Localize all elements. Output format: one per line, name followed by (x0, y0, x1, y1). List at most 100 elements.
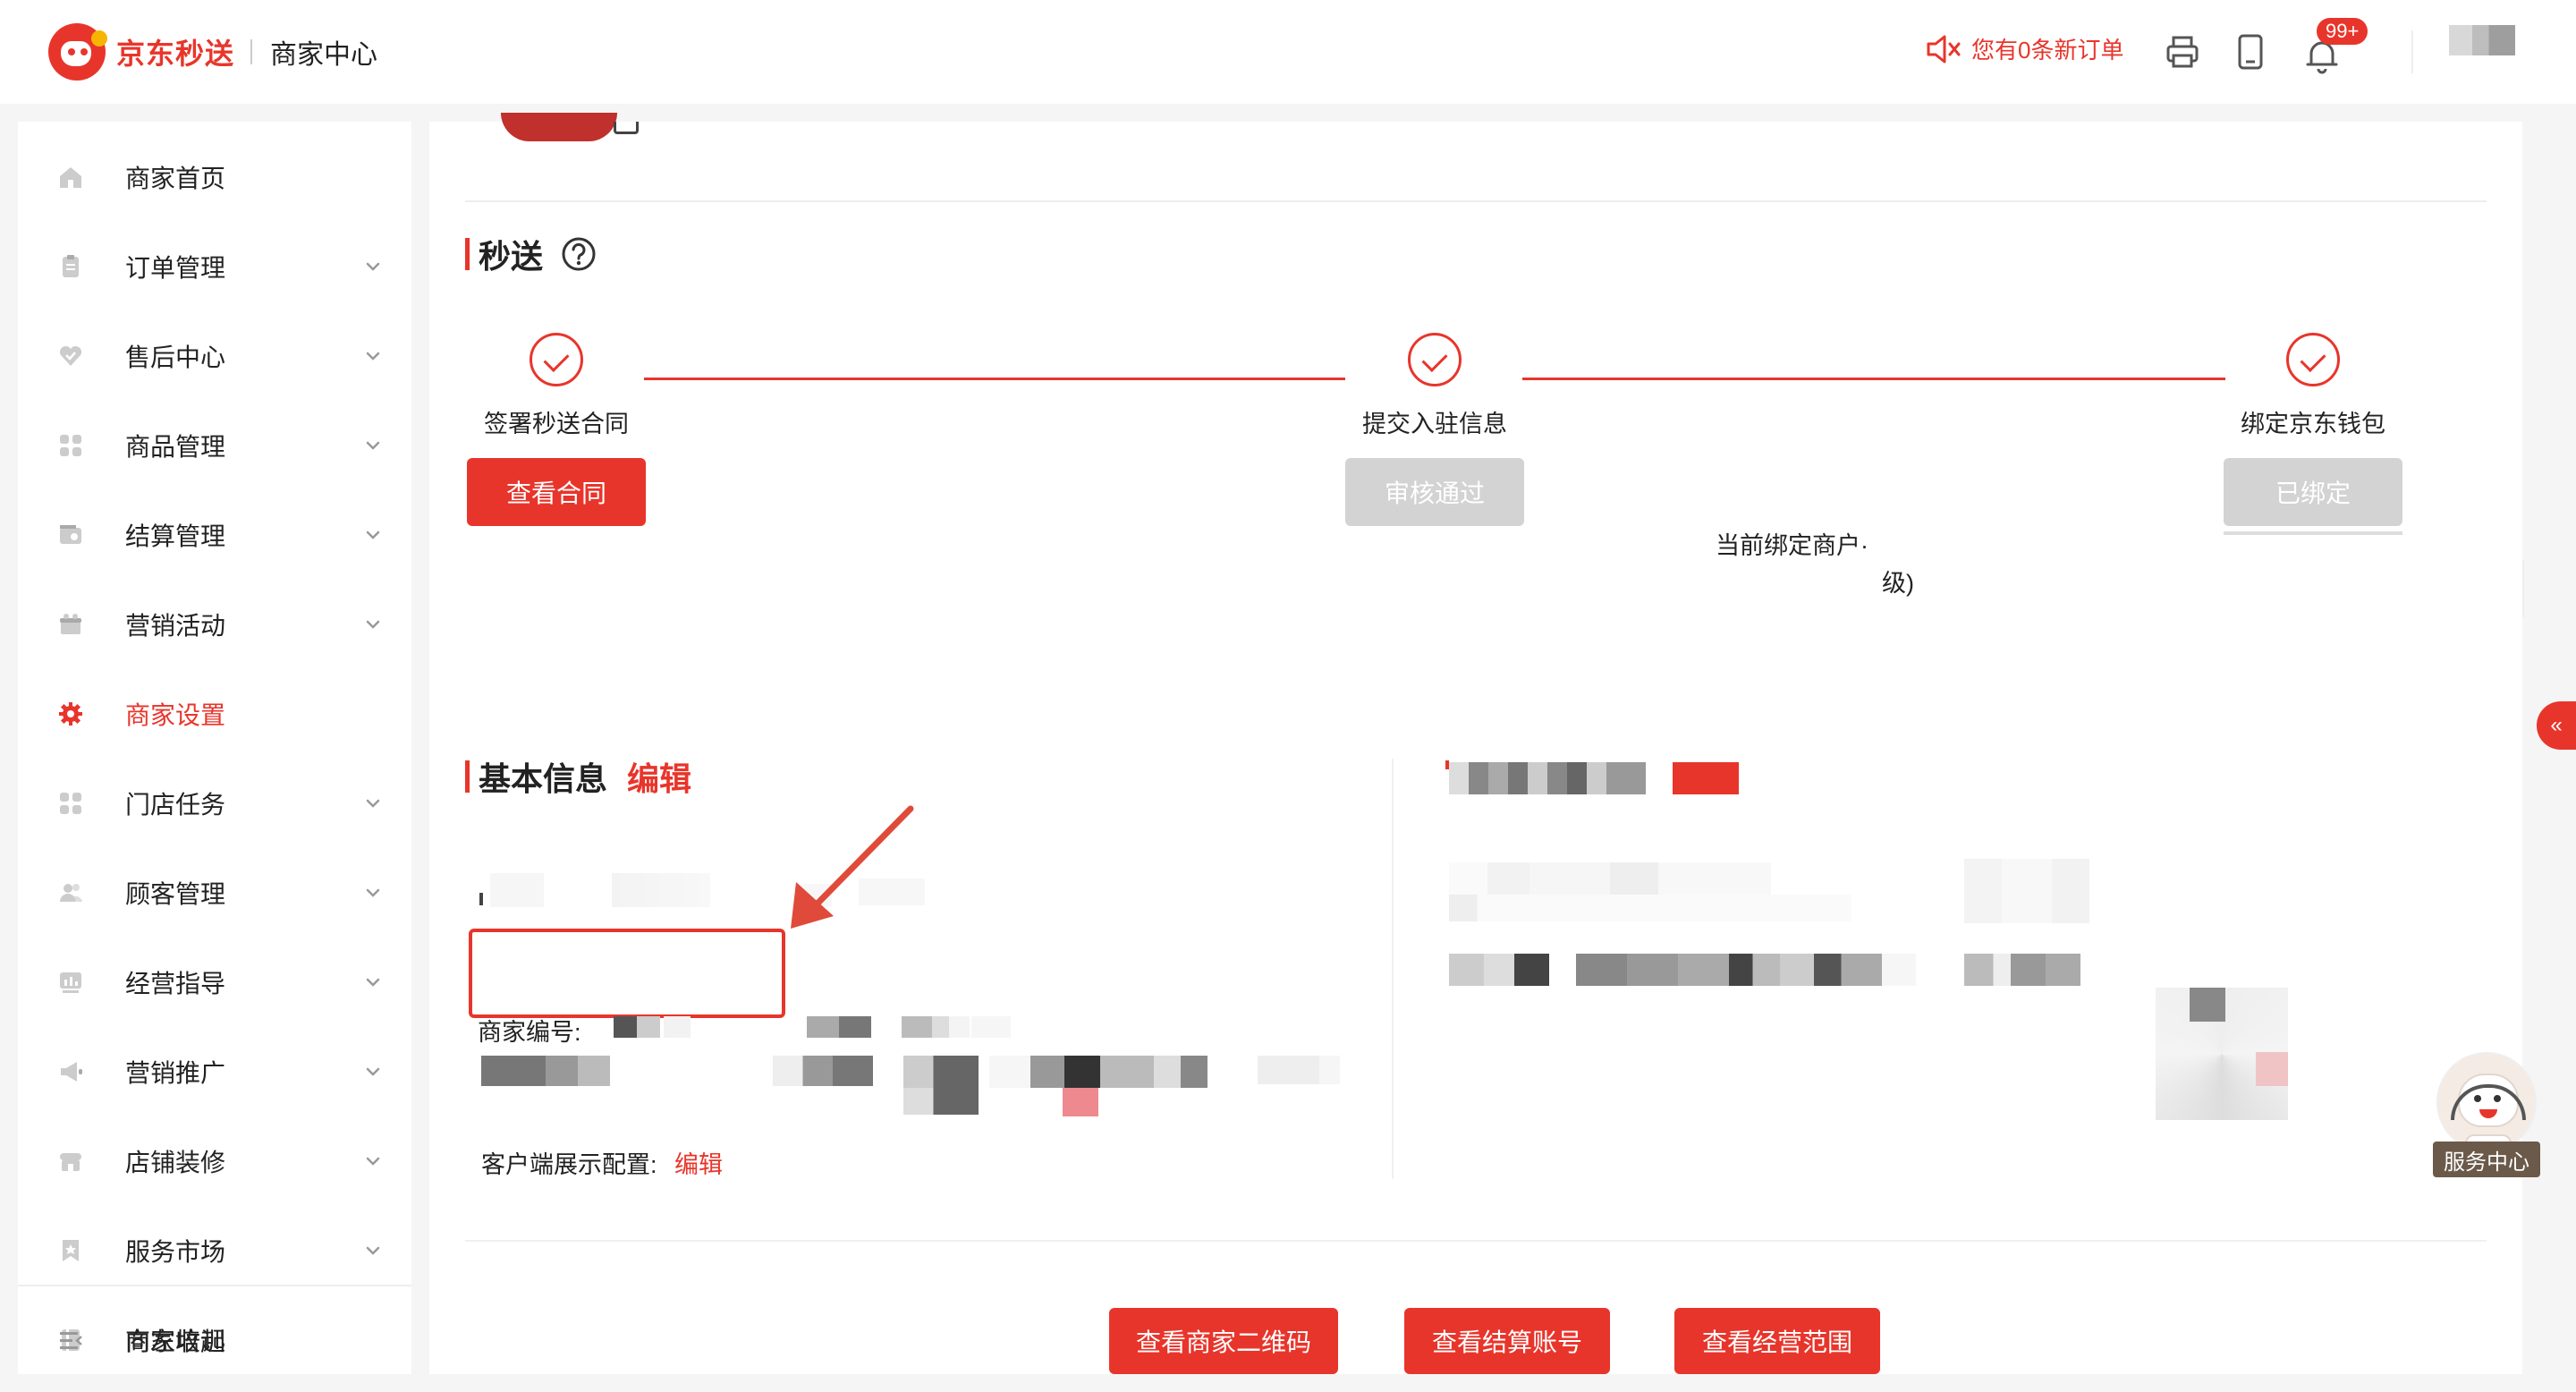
check-circle-icon (1408, 333, 1462, 386)
collapse-menu-icon (60, 1332, 82, 1349)
user-avatar[interactable] (2449, 25, 2515, 55)
sidebar-item-label: 商品管理 (125, 433, 226, 461)
brand-name: 京东秒送 (116, 38, 235, 70)
merchant-id-field: 商家编号: (478, 1013, 581, 1048)
collapse-label: 向左收起 (125, 1328, 226, 1355)
chevron-down-icon (366, 1157, 380, 1166)
annotation-arrow (791, 805, 914, 929)
sidebar-item[interactable]: 结算管理 (18, 494, 411, 576)
check-circle-icon (530, 333, 583, 386)
sidebar-nav: 商家首页订单管理售后中心商品管理结算管理营销活动商家设置门店任务顾客管理经营指导… (18, 122, 411, 1374)
sidebar-item-label: 结算管理 (125, 522, 226, 550)
redacted-text (1063, 1088, 1098, 1116)
wallet-level-note: 级) (1882, 570, 1914, 597)
sidebar-item[interactable]: 营销推广 (18, 1031, 411, 1113)
sidebar-item[interactable]: 营销活动 (18, 583, 411, 666)
client-display-label: 客户端展示配置: (481, 1151, 657, 1178)
edit-client-display-link[interactable]: 编辑 (674, 1151, 723, 1178)
service-center-widget[interactable]: 服务中心 (2433, 1052, 2540, 1177)
logo-mascot-icon (48, 23, 107, 81)
miaosong-section-title: 秒送 (465, 231, 597, 277)
edit-basic-info-link[interactable]: 编辑 (627, 753, 691, 800)
printer-icon[interactable] (2163, 32, 2202, 72)
progress-line-2 (1522, 378, 2225, 380)
chevron-down-icon (366, 441, 380, 450)
sidebar-item[interactable]: 商家设置 (18, 673, 411, 755)
gear-icon (59, 702, 82, 726)
redacted-text (989, 1056, 1030, 1088)
megaphone-icon (61, 1062, 82, 1082)
miaosong-title-text: 秒送 (479, 238, 544, 275)
column-divider (1392, 759, 1394, 1179)
sidebar-item[interactable]: 订单管理 (18, 225, 411, 308)
chevron-down-icon (366, 352, 380, 361)
sidebar-item[interactable]: 商家首页 (18, 136, 411, 218)
merchant-id-highlight (469, 929, 785, 1018)
redacted-text (971, 1016, 1011, 1038)
section-divider (465, 200, 2487, 202)
sidebar-item-label: 营销活动 (125, 612, 226, 640)
redacted-text (1449, 895, 1852, 921)
redacted-title (1449, 762, 1646, 794)
store-avatar (501, 113, 617, 141)
redacted-text (1449, 862, 1771, 895)
wallet-bound-button[interactable]: 已绑定 (2224, 458, 2402, 526)
redacted-text (903, 1088, 979, 1115)
sidebar-item-label: 售后中心 (125, 344, 226, 371)
redacted-bar (2224, 531, 2402, 535)
redacted-line (2522, 560, 2524, 617)
redacted-photo-tile (2256, 1052, 2288, 1086)
view-settlement-account-button[interactable]: 查看结算账号 (1404, 1308, 1610, 1374)
sidebar-item-label: 经营指导 (125, 970, 226, 997)
users-icon (60, 884, 82, 902)
title-accent-bar (465, 760, 470, 793)
view-merchant-qrcode-button[interactable]: 查看商家二维码 (1109, 1308, 1338, 1374)
merchant-id-value (614, 1016, 660, 1038)
new-order-alert[interactable]: 您有0条新订单 (1925, 32, 2123, 65)
redacted-text (1449, 954, 1549, 986)
sidebar-item-label: 服务市场 (125, 1238, 226, 1266)
logo-divider (250, 39, 253, 64)
sidebar-collapse-button[interactable]: 向左收起 (18, 1299, 411, 1381)
brand-logo[interactable]: 京东秒送 商家中心 (48, 23, 377, 81)
client-display-config-field: 客户端展示配置: 编辑 (481, 1145, 723, 1180)
check-circle-icon (2286, 333, 2340, 386)
redacted-text (664, 1016, 691, 1038)
edit-avatar-icon[interactable] (614, 122, 639, 134)
sidebar-item-label: 营销推广 (125, 1059, 226, 1087)
sidebar-item[interactable]: 服务市场 (18, 1210, 411, 1292)
sidebar-item[interactable]: 门店任务 (18, 762, 411, 845)
view-business-scope-button[interactable]: 查看经营范围 (1674, 1308, 1880, 1374)
sidebar-item-label: 商家首页 (125, 165, 226, 192)
review-passed-button[interactable]: 审核通过 (1345, 458, 1524, 526)
view-contract-button[interactable]: 查看合同 (467, 458, 646, 526)
help-icon[interactable] (561, 236, 597, 272)
chevron-down-icon (366, 978, 380, 987)
service-center-label: 服务中心 (2433, 1142, 2540, 1177)
tablet-icon[interactable] (2231, 32, 2270, 72)
redacted-text (612, 873, 710, 907)
chevron-down-icon (366, 1246, 380, 1255)
store-icon (60, 1153, 81, 1171)
title-accent-bar (465, 238, 470, 270)
step-label: 签署秒送合同 (484, 411, 629, 437)
top-header: 京东秒送 商家中心 您有0条新订单 99+ (0, 0, 2576, 104)
wallet-merchant-note: 当前绑定商户· (1716, 532, 1868, 559)
redacted-text (1258, 1056, 1340, 1084)
sidebar-item[interactable]: 商品管理 (18, 404, 411, 487)
sidebar-item[interactable]: 店铺装修 (18, 1120, 411, 1202)
expand-panel-button[interactable]: « (2537, 701, 2576, 750)
basic-info-section-title: 基本信息 编辑 (465, 753, 691, 800)
step-label: 绑定京东钱包 (2241, 411, 2385, 437)
redacted-text (1964, 954, 2080, 986)
sidebar-item[interactable]: 经营指导 (18, 941, 411, 1023)
chevron-down-icon (366, 1067, 380, 1076)
sidebar-item[interactable]: 顾客管理 (18, 852, 411, 934)
chevron-down-icon (366, 620, 380, 629)
sidebar-item-label: 门店任务 (125, 791, 226, 819)
sidebar-item-label: 店铺装修 (125, 1149, 226, 1176)
sidebar-item[interactable]: 售后中心 (18, 315, 411, 397)
speaker-mute-icon (1927, 35, 1961, 63)
redacted-edit-link (1673, 762, 1739, 794)
chevron-down-icon (366, 530, 380, 539)
